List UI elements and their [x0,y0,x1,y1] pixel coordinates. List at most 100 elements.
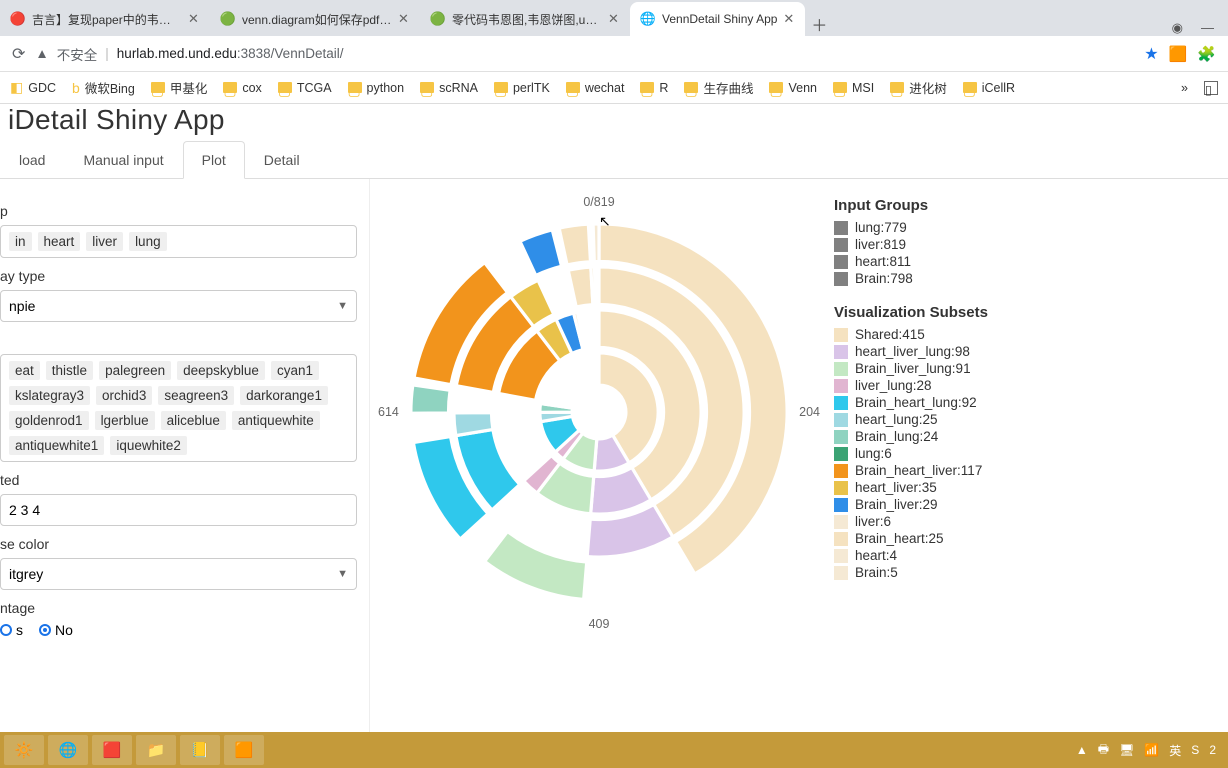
tag[interactable]: darkorange1 [240,386,328,405]
tab-title: 零代码韦恩图,韦恩饼图,upset图 [452,11,602,28]
bookmark-item[interactable]: ▢python [348,81,405,95]
tag[interactable]: aliceblue [161,411,226,430]
bookmark-item[interactable]: ▢MSI [833,81,874,95]
bookmarks-overflow[interactable]: » [1181,81,1188,95]
revolution-input[interactable]: 2 3 4 [0,494,357,526]
bookmark-item[interactable]: ▢甲基化 [151,78,208,97]
legend-swatch-icon [834,413,848,427]
taskbar-app[interactable]: 📁 [136,735,176,765]
bookmark-item[interactable]: ◧GDC [10,79,56,96]
basecolor-select[interactable]: itgrey ▼ [0,558,357,590]
legend-label: heart:811 [855,254,911,269]
vennpie-slice [411,385,450,413]
reload-button[interactable]: ⟳ [12,44,25,64]
input-groups-title: Input Groups [834,197,988,214]
group-tag-input[interactable]: inheart liver lung [0,225,357,258]
browser-tab-3-active[interactable]: 🌐 VennDetail Shiny App ✕ [630,2,805,36]
url-box[interactable]: ▲ 不安全 | hurlab.med.und.edu:3838/VennDeta… [35,44,1134,64]
tray-icon[interactable]: ▲ [1076,743,1088,757]
tray-icon[interactable]: 🖥 [1119,743,1134,757]
minimize-icon[interactable]: — [1201,20,1214,36]
tag[interactable]: cyan1 [271,361,319,380]
bookmark-item[interactable]: ▢perlTK [494,81,550,95]
legend-item: liver:819 [834,237,988,252]
close-icon[interactable]: ✕ [783,11,795,27]
app-tab-manual-input[interactable]: Manual input [64,141,182,179]
tag[interactable]: lgerblue [95,411,155,430]
legend-item: liver_lung:28 [834,378,988,393]
tag[interactable]: liver [86,232,123,251]
bookmark-item[interactable]: ▢生存曲线 [684,78,753,97]
tag[interactable]: deepskyblue [177,361,265,380]
bookmark-item[interactable]: ▢iCellR [963,81,1015,95]
colors-label [0,332,357,348]
taskbar-app[interactable]: 🟧 [224,735,264,765]
axis-left: 614 [378,405,399,419]
bookmark-item[interactable]: ▢scRNA [420,81,478,95]
app-tab-detail[interactable]: Detail [245,141,319,179]
tag[interactable]: eat [9,361,40,380]
new-tab-button[interactable]: ＋ [805,12,833,36]
app-tab-load[interactable]: load [0,141,64,179]
tray-icon[interactable]: 🖶 [1098,740,1109,761]
legend-swatch-icon [834,464,848,478]
tab-title: VennDetail Shiny App [662,12,777,26]
tray-icon[interactable]: 📶 [1144,743,1159,757]
bookmark-item[interactable]: ▢TCGA [278,81,332,95]
bookmark-item[interactable]: ▢cox [223,81,261,95]
legend-item: Brain:798 [834,271,988,286]
legend-item: heart:811 [834,254,988,269]
bookmark-item[interactable]: ▢Venn [769,81,817,95]
tab-title: venn.diagram如何保存pdf格式 [242,11,392,28]
tag[interactable]: goldenrod1 [9,411,89,430]
bookmark-item[interactable]: ▢R [640,81,668,95]
close-icon[interactable]: ✕ [608,11,620,27]
legend-label: Brain:798 [855,271,913,286]
tray-icon[interactable]: 英 [1169,742,1181,759]
legend-label: Brain_liver:29 [855,497,938,512]
bookmark-item[interactable]: ▢wechat [566,81,625,95]
taskbar-app[interactable]: 🟥 [92,735,132,765]
legend-label: Brain_liver_lung:91 [855,361,971,376]
legend-label: Brain_heart_liver:117 [855,463,982,478]
browser-tab-2[interactable]: 🟢 零代码韦恩图,韦恩饼图,upset图 ✕ [420,2,630,36]
tag[interactable]: heart [38,232,81,251]
tag[interactable]: iquewhite2 [110,436,187,455]
restore-icon[interactable]: ◉ [1172,20,1183,36]
bookmark-star-icon[interactable]: ★ [1144,44,1158,64]
browser-tab-1[interactable]: 🟢 venn.diagram如何保存pdf格式 ✕ [210,2,420,36]
revolution-value: 2 3 4 [9,502,40,518]
tag[interactable]: antiquewhite1 [9,436,104,455]
legend-label: liver_lung:28 [855,378,932,393]
taskbar-app[interactable]: 🔆 [4,735,44,765]
tag[interactable]: palegreen [99,361,171,380]
colors-tag-input[interactable]: eat thistle palegreen deepskyblue cyan1 kslat… [0,354,357,462]
bookmark-item[interactable]: ▢进化树 [890,78,947,97]
tag[interactable]: in [9,232,32,251]
tag[interactable]: orchid3 [96,386,152,405]
taskbar-app[interactable]: 🌐 [48,735,88,765]
legend-item: Brain_heart_lung:92 [834,395,988,410]
tray-icon[interactable]: S [1191,743,1199,757]
tag[interactable]: seagreen3 [158,386,234,405]
reading-list-icon[interactable]: ▯ [1204,81,1218,95]
extension-icon[interactable]: 🟧 [1169,45,1188,63]
radio-yes[interactable]: s [0,622,23,638]
radio-no[interactable]: No [39,622,73,638]
bookmark-label: python [367,81,405,95]
displaytype-select[interactable]: npie ▼ [0,290,357,322]
app-tab-plot[interactable]: Plot [183,141,245,179]
close-icon[interactable]: ✕ [398,11,410,27]
tag[interactable]: thistle [46,361,93,380]
extensions-button[interactable]: 🧩 [1197,45,1216,63]
tray-icon[interactable]: 2 [1209,743,1216,757]
close-icon[interactable]: ✕ [188,11,200,27]
tag[interactable]: kslategray3 [9,386,90,405]
tag[interactable]: lung [129,232,167,251]
taskbar-app[interactable]: 📒 [180,735,220,765]
browser-tab-0[interactable]: 🔴 吉言】复现paper中的韦恩图 ✕ [0,2,210,36]
radio-icon [39,624,51,636]
tag[interactable]: antiquewhite [232,411,320,430]
bookmark-item[interactable]: b微软Bing [72,78,135,97]
legend-swatch-icon [834,362,848,376]
